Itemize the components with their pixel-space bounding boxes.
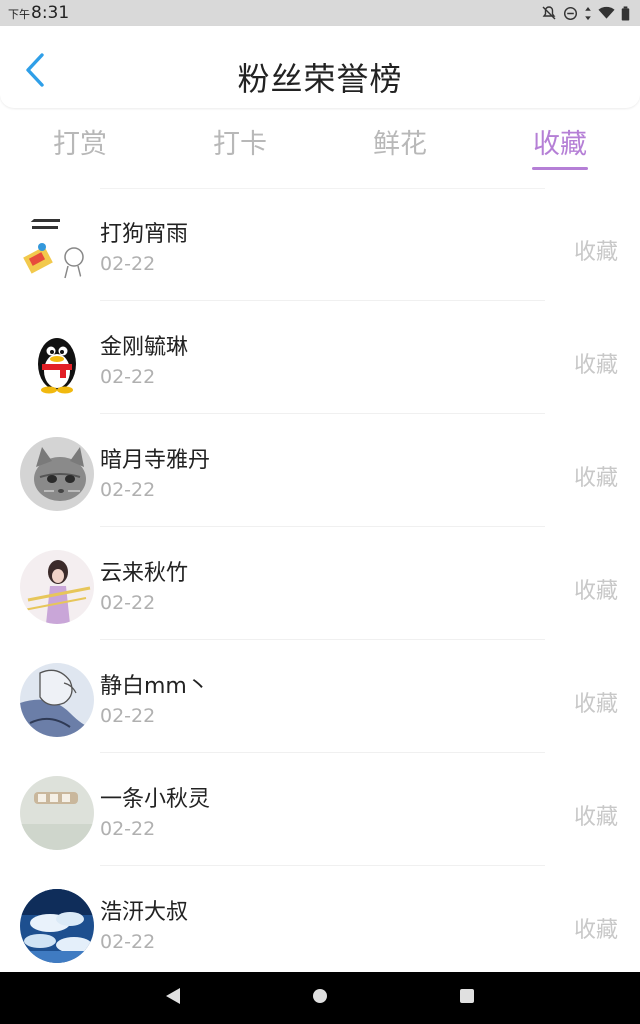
favorite-label: 收藏 xyxy=(573,579,618,604)
system-nav-bar xyxy=(0,972,640,1024)
recents-square-icon xyxy=(459,988,475,1008)
fan-list: 打狗宵雨 02-22 收藏 金刚毓琳 02-22 收藏 暗月寺雅丹 02-22 … xyxy=(0,188,640,979)
nav-recents-button[interactable] xyxy=(447,978,487,1018)
fan-date: 02-22 xyxy=(100,705,156,727)
do-not-disturb-icon xyxy=(563,6,578,21)
battery-icon xyxy=(621,5,630,21)
list-item[interactable]: 一条小秋灵 02-22 收藏 xyxy=(0,753,640,866)
kitten-photo-avatar[interactable] xyxy=(20,437,94,511)
nav-back-button[interactable] xyxy=(153,978,193,1018)
pale-photo-avatar[interactable] xyxy=(20,776,94,850)
tab-label: 打赏 xyxy=(53,129,107,160)
back-triangle-icon xyxy=(165,987,181,1009)
tab-label: 鲜花 xyxy=(373,129,427,160)
fan-date: 02-22 xyxy=(100,931,156,953)
list-item[interactable]: 暗月寺雅丹 02-22 收藏 xyxy=(0,414,640,527)
fan-date: 02-22 xyxy=(100,818,156,840)
favorite-label: 收藏 xyxy=(573,692,618,717)
fan-name: 云来秋竹 xyxy=(100,561,189,586)
tab-reward[interactable]: 打赏 xyxy=(0,112,160,174)
tab-label: 打卡 xyxy=(213,129,267,160)
tab-flowers[interactable]: 鲜花 xyxy=(320,112,480,174)
page-title: 粉丝荣誉榜 xyxy=(237,60,403,98)
tab-indicator xyxy=(532,167,588,170)
meme-sticker-avatar[interactable] xyxy=(20,211,94,285)
wifi-icon xyxy=(598,6,615,20)
list-item[interactable]: 金刚毓琳 02-22 收藏 xyxy=(0,301,640,414)
list-item[interactable]: 静白mm丶 02-22 收藏 xyxy=(0,640,640,753)
app-header: 粉丝荣誉榜 xyxy=(0,26,640,108)
tab-checkin[interactable]: 打卡 xyxy=(160,112,320,174)
fan-name: 打狗宵雨 xyxy=(100,222,189,247)
fan-date: 02-22 xyxy=(100,366,156,388)
fan-name: 金刚毓琳 xyxy=(100,335,189,360)
status-bar: 下午 8:31 xyxy=(0,0,640,26)
nav-home-button[interactable] xyxy=(300,978,340,1018)
fan-name: 静白mm丶 xyxy=(100,674,209,699)
tab-favorites[interactable]: 收藏 xyxy=(480,112,640,174)
fan-name: 一条小秋灵 xyxy=(100,787,211,812)
data-arrows-icon xyxy=(584,6,592,21)
fan-name: 浩汧大叔 xyxy=(100,900,189,925)
favorite-label: 收藏 xyxy=(573,240,618,265)
favorite-label: 收藏 xyxy=(573,918,618,943)
fan-date: 02-22 xyxy=(100,479,156,501)
tab-bar: 打赏 打卡 鲜花 收藏 xyxy=(0,112,640,174)
home-circle-icon xyxy=(312,988,328,1008)
status-icons xyxy=(541,5,630,21)
tab-label: 收藏 xyxy=(533,129,587,160)
list-item[interactable]: 打狗宵雨 02-22 收藏 xyxy=(0,188,640,301)
favorite-label: 收藏 xyxy=(573,353,618,378)
status-am-pm: 下午 xyxy=(8,8,30,21)
fan-date: 02-22 xyxy=(100,592,156,614)
list-item[interactable]: 云来秋竹 02-22 收藏 xyxy=(0,527,640,640)
fan-date: 02-22 xyxy=(100,253,156,275)
status-clock: 8:31 xyxy=(31,3,70,23)
girl-photo-avatar[interactable] xyxy=(20,550,94,624)
status-time: 下午 8:31 xyxy=(8,3,69,23)
sky-clouds-avatar[interactable] xyxy=(20,889,94,963)
fan-name: 暗月寺雅丹 xyxy=(100,448,211,473)
favorite-label: 收藏 xyxy=(573,466,618,491)
favorite-label: 收藏 xyxy=(573,805,618,830)
qq-penguin-avatar[interactable] xyxy=(20,324,94,398)
sketch-illustration-avatar[interactable] xyxy=(20,663,94,737)
list-item[interactable]: 浩汧大叔 02-22 收藏 xyxy=(0,866,640,979)
notification-off-icon xyxy=(541,5,557,21)
